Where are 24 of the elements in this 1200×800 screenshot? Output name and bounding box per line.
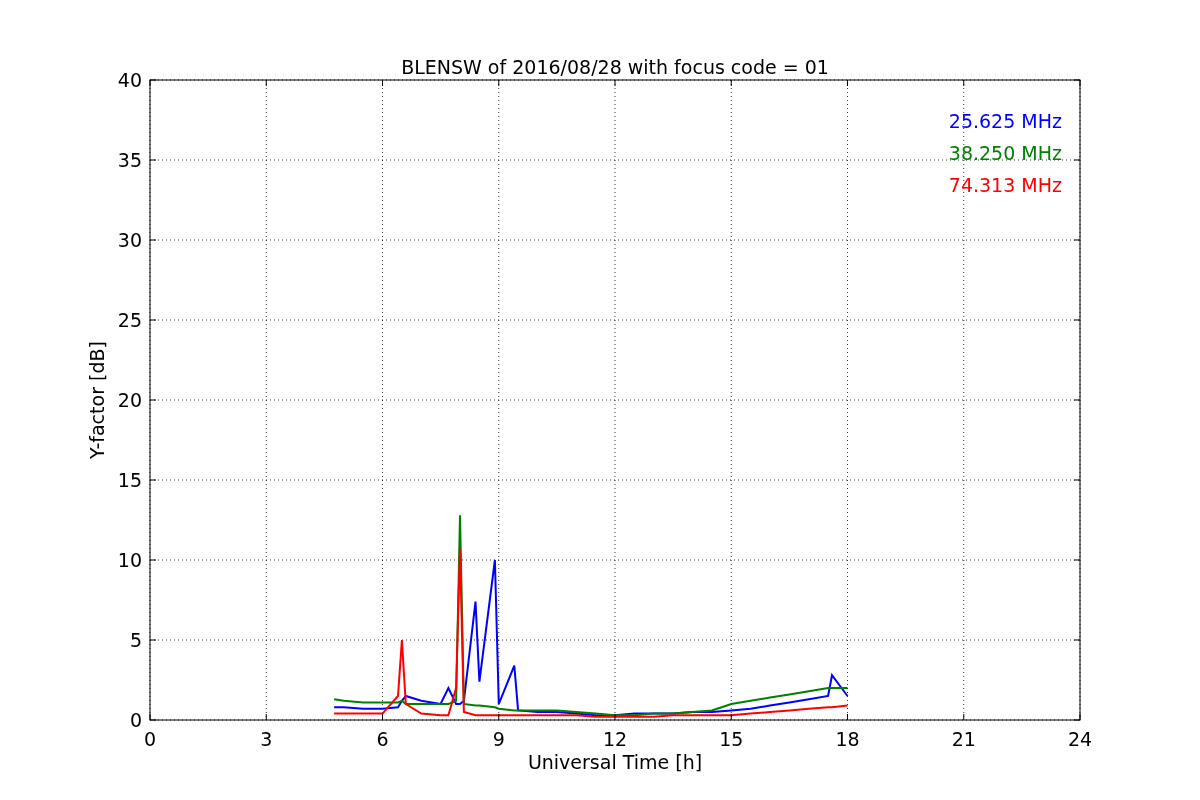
y-tick-label: 35 — [117, 149, 142, 171]
x-tick-label: 9 — [492, 728, 505, 750]
y-tick-label: 30 — [117, 229, 142, 251]
legend-label: 74.313 MHz — [948, 174, 1062, 196]
chart-title: BLENSW of 2016/08/28 with focus code = 01 — [401, 56, 829, 78]
x-tick-label: 0 — [143, 728, 157, 750]
y-tick-label: 0 — [129, 709, 142, 731]
x-tick-label: 15 — [719, 728, 744, 750]
x-tick-label: 6 — [376, 728, 389, 750]
y-axis-label: Y-factor [dB] — [86, 341, 108, 459]
y-tick-label: 10 — [117, 549, 142, 571]
y-tick-label: 20 — [117, 389, 142, 411]
x-tick-label: 3 — [260, 728, 273, 750]
x-tick-label: 24 — [1067, 728, 1093, 750]
y-tick-label: 15 — [117, 469, 142, 491]
x-tick-label: 21 — [951, 728, 976, 750]
x-tick-label: 12 — [602, 728, 628, 750]
y-tick-label: 25 — [117, 309, 142, 331]
x-axis-label: Universal Time [h] — [527, 751, 703, 773]
legend-label: 25.625 MHz — [948, 110, 1062, 132]
legend-label: 38.250 MHz — [948, 142, 1062, 164]
y-tick-label: 5 — [129, 629, 142, 651]
x-tick-label: 18 — [835, 728, 860, 750]
y-tick-label: 40 — [117, 69, 142, 91]
